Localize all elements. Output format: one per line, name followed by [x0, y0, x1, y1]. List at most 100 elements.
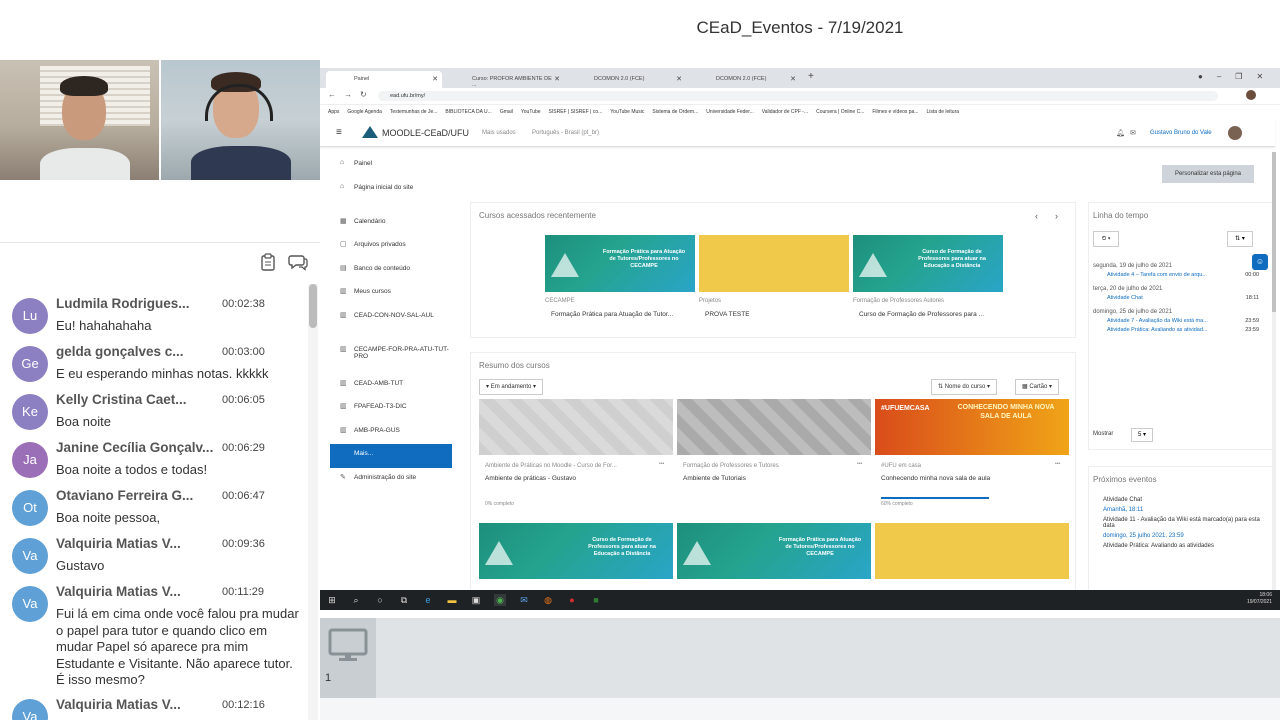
course-image[interactable]: Curso de Formação de Professores para at…: [479, 523, 673, 579]
bookmark-item[interactable]: Apps: [328, 109, 339, 115]
bookmark-item[interactable]: Testemunhas de Je...: [390, 109, 438, 115]
timeline-event[interactable]: Atividade Prática: Avaliando as atividad…: [1093, 327, 1265, 333]
drawer-item[interactable]: ▥ Meus cursos: [330, 282, 452, 306]
drawer-item[interactable]: ▤ Banco de conteúdo: [330, 259, 452, 283]
course-image[interactable]: Formação Prática para Atuação de Tutores…: [545, 235, 695, 292]
bookmark-item[interactable]: Coursera | Online C...: [816, 109, 864, 115]
bookmark-item[interactable]: BIBLIOTECA DA U...: [445, 109, 491, 115]
view-dropdown[interactable]: ▦ Cartão ▾: [1015, 379, 1060, 395]
event-link[interactable]: Atividade 11 - Avaliação da Wiki está ma…: [1093, 517, 1265, 529]
timeline-filter-dropdown[interactable]: ⏲ ▾: [1093, 231, 1119, 247]
message-icon[interactable]: ✉: [1130, 129, 1136, 137]
more-options-icon[interactable]: •••: [659, 461, 664, 467]
timeline-event[interactable]: Atividade Chat 18:11: [1093, 295, 1265, 301]
nav-link-language[interactable]: Português - Brasil (pt_br): [532, 130, 599, 136]
course-title[interactable]: Conhecendo minha nova sala de aula: [881, 475, 990, 482]
bookmark-item[interactable]: Sistema de Ordem...: [652, 109, 698, 115]
event-link[interactable]: Atividade Chat: [1093, 497, 1265, 503]
course-image[interactable]: Formação Prática para Atuação de Tutores…: [677, 523, 871, 579]
bookmark-item[interactable]: Filmes e vídeos pa...: [872, 109, 918, 115]
timeline-event[interactable]: Atividade 4 – Tarefa com envio de arqu..…: [1093, 272, 1265, 278]
bookmark-item[interactable]: Gmail: [500, 109, 513, 115]
drawer-item[interactable]: Mais...: [330, 444, 452, 468]
bookmark-item[interactable]: Universidade Feder...: [706, 109, 754, 115]
prev-arrow-icon[interactable]: ‹: [1035, 211, 1038, 221]
file-explorer-icon[interactable]: ▬: [446, 594, 458, 606]
chrome-icon[interactable]: ◉: [494, 594, 506, 606]
browser-tab-0[interactable]: Painel ✕: [326, 71, 442, 88]
browser-tab-3[interactable]: DCOMON 2.0 (FCE) ✕: [688, 71, 800, 88]
course-title[interactable]: PROVA TESTE: [705, 311, 750, 318]
clipboard-icon[interactable]: [258, 253, 278, 273]
bookmark-item[interactable]: Validador de CPF -...: [762, 109, 808, 115]
course-title[interactable]: Formação Prática para Atuação de Tutor..…: [551, 311, 673, 318]
slide-thumbnail[interactable]: 1: [320, 618, 376, 698]
task-view-icon[interactable]: ⧉: [398, 594, 410, 606]
browser-tab-1[interactable]: Curso: PROFOR AMBIENTE DE ... ✕: [444, 71, 564, 88]
chat-bubbles-icon[interactable]: [288, 253, 308, 273]
timeline-show-dropdown[interactable]: 5 ▾: [1131, 428, 1153, 442]
drawer-item[interactable]: ▥ CEAD-CON-NOV-SAL-AUL: [330, 306, 452, 340]
app-green-icon[interactable]: ■: [590, 594, 602, 606]
drawer-item[interactable]: ▢ Arquivos privados: [330, 235, 452, 259]
drawer-item[interactable]: ▥ AMB-PRA-GUS: [330, 421, 452, 445]
nav-arrows-icon[interactable]: ←→↻: [328, 90, 375, 99]
drawer-toggle-icon[interactable]: ☺: [1252, 254, 1268, 270]
store-icon[interactable]: ▣: [470, 594, 482, 606]
close-icon[interactable]: ✕: [554, 75, 560, 83]
customize-page-button[interactable]: Personalizar esta página: [1162, 165, 1254, 183]
user-menu[interactable]: Gustavo Bruno do Vale: [1150, 130, 1212, 136]
course-image[interactable]: [479, 399, 673, 455]
page-scrollbar[interactable]: [1272, 152, 1276, 592]
course-image[interactable]: #UFUEMCASA CONHECENDO MINHA NOVA SALA DE …: [875, 399, 1069, 455]
moodle-brand[interactable]: MOODLE-CEaD/UFU: [382, 128, 469, 138]
timeline-event[interactable]: Atividade 7 - Avaliação da Wiki está ma.…: [1093, 318, 1265, 324]
avatar[interactable]: [1228, 126, 1242, 140]
drawer-item[interactable]: ▥ CEAD-AMB-TUT: [330, 374, 452, 398]
course-title[interactable]: Ambiente de Tutoriais: [683, 475, 746, 482]
course-title[interactable]: Ambiente de práticas - Gustavo: [485, 475, 576, 482]
course-image[interactable]: [677, 399, 871, 455]
bookmark-item[interactable]: YouTube: [521, 109, 541, 115]
bookmark-item[interactable]: SISREF | SISREF | co...: [549, 109, 603, 115]
bell-icon[interactable]: 🔔︎: [1116, 129, 1125, 137]
timeline-sort-dropdown[interactable]: ⇅ ▾: [1227, 231, 1253, 247]
chat-scrollbar[interactable]: [308, 284, 318, 720]
filter-dropdown[interactable]: ▾ Em andamento ▾: [479, 379, 544, 395]
close-icon[interactable]: ✕: [790, 75, 796, 83]
nav-link-mais-usados[interactable]: Mais usados: [482, 130, 516, 136]
course-image[interactable]: Curso de Formação de Professores para at…: [853, 235, 1003, 292]
bookmark-item[interactable]: Lista de leitura: [927, 109, 960, 115]
cortana-icon[interactable]: ○: [374, 594, 386, 606]
app-red-icon[interactable]: ●: [566, 594, 578, 606]
more-options-icon[interactable]: •••: [1055, 461, 1060, 467]
drawer-item[interactable]: ⌂ Página inicial do site: [330, 178, 452, 212]
menu-icon[interactable]: ≡: [336, 127, 342, 138]
course-image[interactable]: [875, 523, 1069, 579]
drawer-item[interactable]: ▦ Calendário: [330, 212, 452, 236]
next-arrow-icon[interactable]: ›: [1055, 211, 1058, 221]
profile-avatar[interactable]: [1246, 90, 1256, 100]
drawer-item[interactable]: ✎ Administração do site: [330, 468, 452, 502]
new-tab-icon[interactable]: +: [808, 71, 814, 82]
event-link[interactable]: Atividade Prática: Avaliando as atividad…: [1093, 543, 1265, 549]
search-icon[interactable]: ⌕: [350, 594, 362, 606]
mail-icon[interactable]: ✉: [518, 594, 530, 606]
browser-tab-2[interactable]: DCOMON 2.0 (FCE) ✕: [566, 71, 686, 88]
bookmark-item[interactable]: Google Agenda: [347, 109, 381, 115]
window-controls-icon[interactable]: ●–❐✕: [1198, 72, 1277, 81]
course-image[interactable]: [699, 235, 849, 292]
windows-start-icon[interactable]: ⊞: [326, 594, 338, 606]
chat-scrollbar-thumb[interactable]: [309, 284, 317, 328]
bookmark-item[interactable]: YouTube Music: [610, 109, 644, 115]
close-icon[interactable]: ✕: [432, 75, 438, 83]
drawer-item[interactable]: ▥ CECAMPE-FOR-PRA-ATU-TUT-PRO: [330, 340, 452, 374]
drawer-item[interactable]: ▥ FPAFEAD-T3-DIC: [330, 397, 452, 421]
firefox-icon[interactable]: ◍: [542, 594, 554, 606]
sort-dropdown[interactable]: ⇅ Nome do curso ▾: [931, 379, 998, 395]
drawer-item[interactable]: ⌂ Painel: [330, 154, 452, 178]
course-title[interactable]: Curso de Formação de Professores para ..…: [859, 311, 984, 318]
address-bar[interactable]: ead.ufu.br/my/: [378, 91, 1218, 101]
close-icon[interactable]: ✕: [676, 75, 682, 83]
edge-icon[interactable]: e: [422, 594, 434, 606]
